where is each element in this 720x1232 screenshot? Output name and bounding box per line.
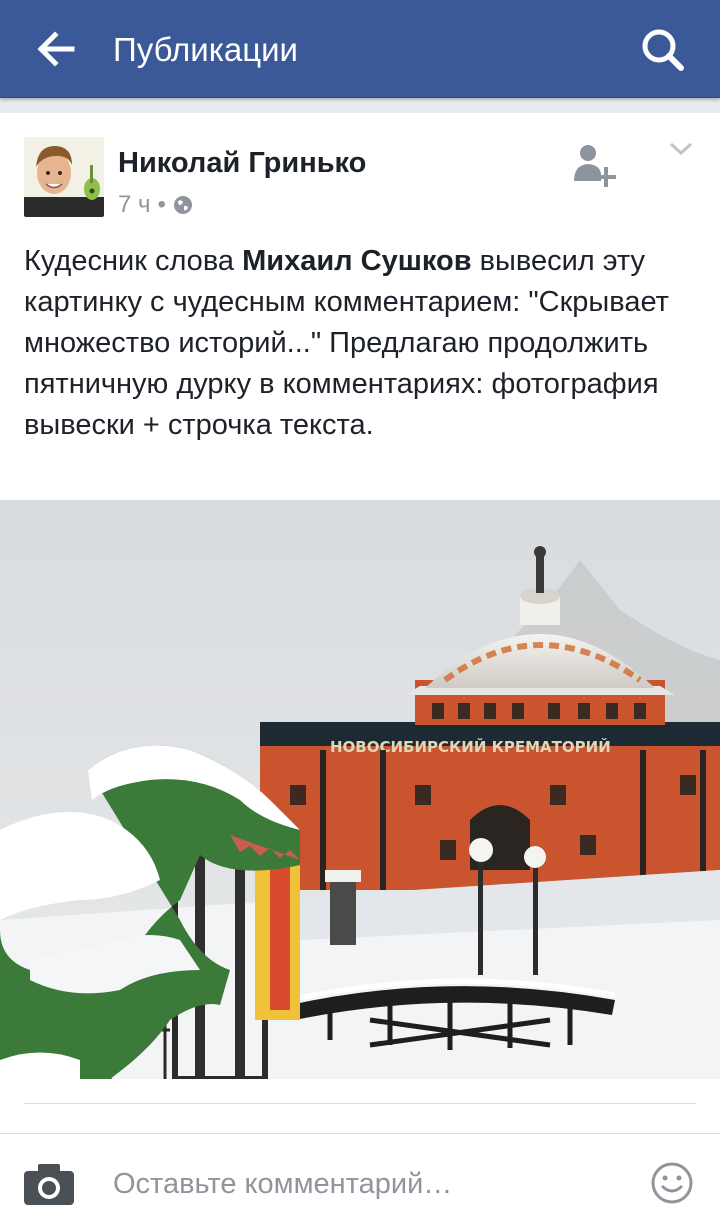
post-meta: 7 ч • — [118, 190, 193, 220]
page-title: Публикации — [113, 31, 298, 68]
add-friend-button[interactable] — [568, 139, 622, 193]
divider — [24, 1103, 696, 1104]
post-card: Николай Гринько 7 ч • Кудесник слова Мих… — [0, 113, 720, 1145]
top-bar: Публикации — [0, 0, 720, 98]
author-name[interactable]: Николай Гринько — [118, 145, 366, 181]
comment-bar — [0, 1133, 720, 1232]
camera-button[interactable] — [22, 1161, 76, 1207]
avatar[interactable] — [24, 137, 104, 217]
avatar-image — [24, 137, 104, 217]
smiley-icon — [651, 1162, 693, 1204]
emoji-button[interactable] — [650, 1161, 694, 1205]
post-text: Кудесник слова Михаил Сушков вывесил эту… — [24, 241, 696, 446]
post-menu-button[interactable] — [664, 135, 698, 163]
post-photo[interactable]: НОВОСИБИРСКИЙ КРЕМАТОРИЙ — [0, 500, 720, 1082]
back-button[interactable] — [28, 22, 82, 76]
search-icon — [642, 29, 684, 71]
post-photo-image: НОВОСИБИРСКИЙ КРЕМАТОРИЙ — [0, 500, 720, 1082]
comment-input[interactable] — [113, 1162, 633, 1206]
globe-icon — [173, 196, 192, 214]
camera-icon — [24, 1164, 74, 1205]
post-text-part1: Кудесник слова — [24, 245, 243, 277]
arrow-left-icon — [37, 31, 75, 67]
search-button[interactable] — [634, 22, 690, 78]
meta-separator: • — [157, 191, 166, 218]
post-time[interactable]: 7 ч — [118, 190, 151, 220]
chevron-down-icon — [669, 142, 693, 156]
photo-sign-text: НОВОСИБИРСКИЙ КРЕМАТОРИЙ — [330, 737, 611, 756]
mention-link[interactable]: Михаил Сушков — [242, 245, 471, 277]
add-friend-icon — [574, 145, 616, 187]
